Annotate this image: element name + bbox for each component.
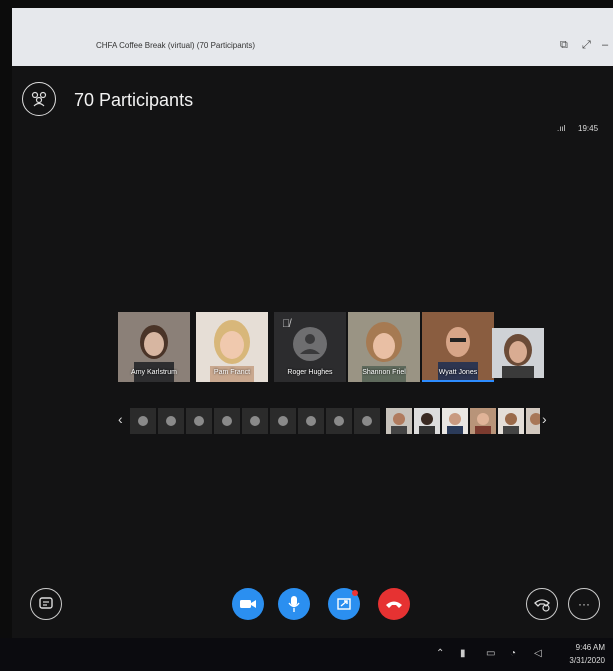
clock-date: 3/31/2020 [569, 656, 605, 665]
participant-thumbnail[interactable] [298, 408, 324, 434]
microphone-icon [288, 596, 300, 612]
clock-time: 9:46 AM [575, 643, 605, 652]
hang-up-icon [386, 601, 402, 608]
muted-mic-icon: 🎙̸ [282, 318, 291, 330]
tile-name: Amy Karlstrum [131, 369, 177, 376]
chat-icon [39, 597, 53, 609]
active-speaker-indicator [422, 380, 494, 382]
title-bar: CHFA Coffee Break (virtual) (70 Particip… [12, 8, 613, 66]
participant-thumbnail[interactable] [354, 408, 380, 434]
chevron-up-icon[interactable]: ⌃ [436, 648, 444, 659]
taskbar: ⌃ ▮ ▭ ◔ ◁ 9:46 AM 3/31/2020 [0, 638, 613, 671]
volume-icon[interactable]: ◁ [534, 648, 542, 659]
participant-photo-thumbnail[interactable] [386, 408, 412, 434]
participant-strip: ‹ › [118, 408, 548, 436]
popout-icon[interactable]: ⧉ [560, 39, 568, 52]
participant-photo-thumbnail[interactable] [442, 408, 468, 434]
strip-next-arrow[interactable]: › [542, 411, 547, 427]
participant-thumbnail[interactable] [158, 408, 184, 434]
taskbar-clock[interactable]: 9:46 AM 3/31/2020 [569, 641, 605, 667]
fullscreen-icon[interactable]: ⤢ [582, 39, 591, 52]
participant-thumbnail[interactable] [242, 408, 268, 434]
wifi-icon[interactable]: ◔ [510, 648, 516, 659]
signal-strength-icon: .ııl [557, 124, 566, 133]
participant-photo-thumbnail[interactable] [498, 408, 524, 434]
chat-button[interactable] [30, 588, 62, 620]
participant-photo-thumbnail[interactable] [470, 408, 496, 434]
tile-name: Roger Hughes [287, 369, 333, 376]
participant-thumbnail[interactable] [326, 408, 352, 434]
phone-settings-icon [534, 599, 550, 612]
video-tile-pam[interactable]: Pam Franct [196, 312, 268, 382]
minimize-icon[interactable]: – [602, 39, 608, 51]
meeting-controls: ··· [12, 578, 613, 638]
participant-thumbnail[interactable] [130, 408, 156, 434]
usb-icon[interactable]: ▮ [460, 648, 466, 659]
meeting-window: CHFA Coffee Break (virtual) (70 Particip… [12, 8, 613, 638]
tile-name: Pam Franct [213, 369, 251, 376]
participant-thumbnail[interactable] [214, 408, 240, 434]
call-controls-button[interactable] [526, 588, 558, 620]
participant-photo-thumbnail[interactable] [526, 408, 540, 434]
stage: 70 Participants .ııl 19:45 Amy Karlstrum… [12, 66, 613, 638]
self-view-tile[interactable] [492, 328, 544, 378]
more-options-button[interactable]: ··· [568, 588, 600, 620]
strip-prev-arrow[interactable]: ‹ [118, 411, 123, 427]
participants-count: 70 Participants [74, 90, 194, 110]
video-camera-icon [240, 600, 256, 608]
tile-name: Wyatt Jones [438, 369, 478, 376]
hang-up-button[interactable] [378, 588, 410, 620]
participant-photo-thumbnail[interactable] [414, 408, 440, 434]
participant-thumbnail[interactable] [186, 408, 212, 434]
video-tile-wyatt[interactable]: Wyatt Jones [422, 312, 494, 382]
participants-icon [31, 91, 47, 107]
call-timer: 19:45 [578, 124, 599, 133]
microphone-button[interactable] [278, 588, 310, 620]
tile-name: Shannon Friel [362, 369, 406, 376]
participants-button[interactable] [22, 82, 56, 116]
video-tile-amy[interactable]: Amy Karlstrum [118, 312, 190, 382]
notification-badge [352, 590, 358, 596]
video-tile-shannon[interactable]: Shannon Friel [348, 312, 420, 382]
window-title: CHFA Coffee Break (virtual) (70 Particip… [96, 41, 256, 50]
participant-thumbnail[interactable] [270, 408, 296, 434]
battery-icon[interactable]: ▭ [486, 648, 495, 659]
video-button[interactable] [232, 588, 264, 620]
share-button[interactable] [328, 588, 360, 620]
share-screen-icon [337, 598, 351, 610]
